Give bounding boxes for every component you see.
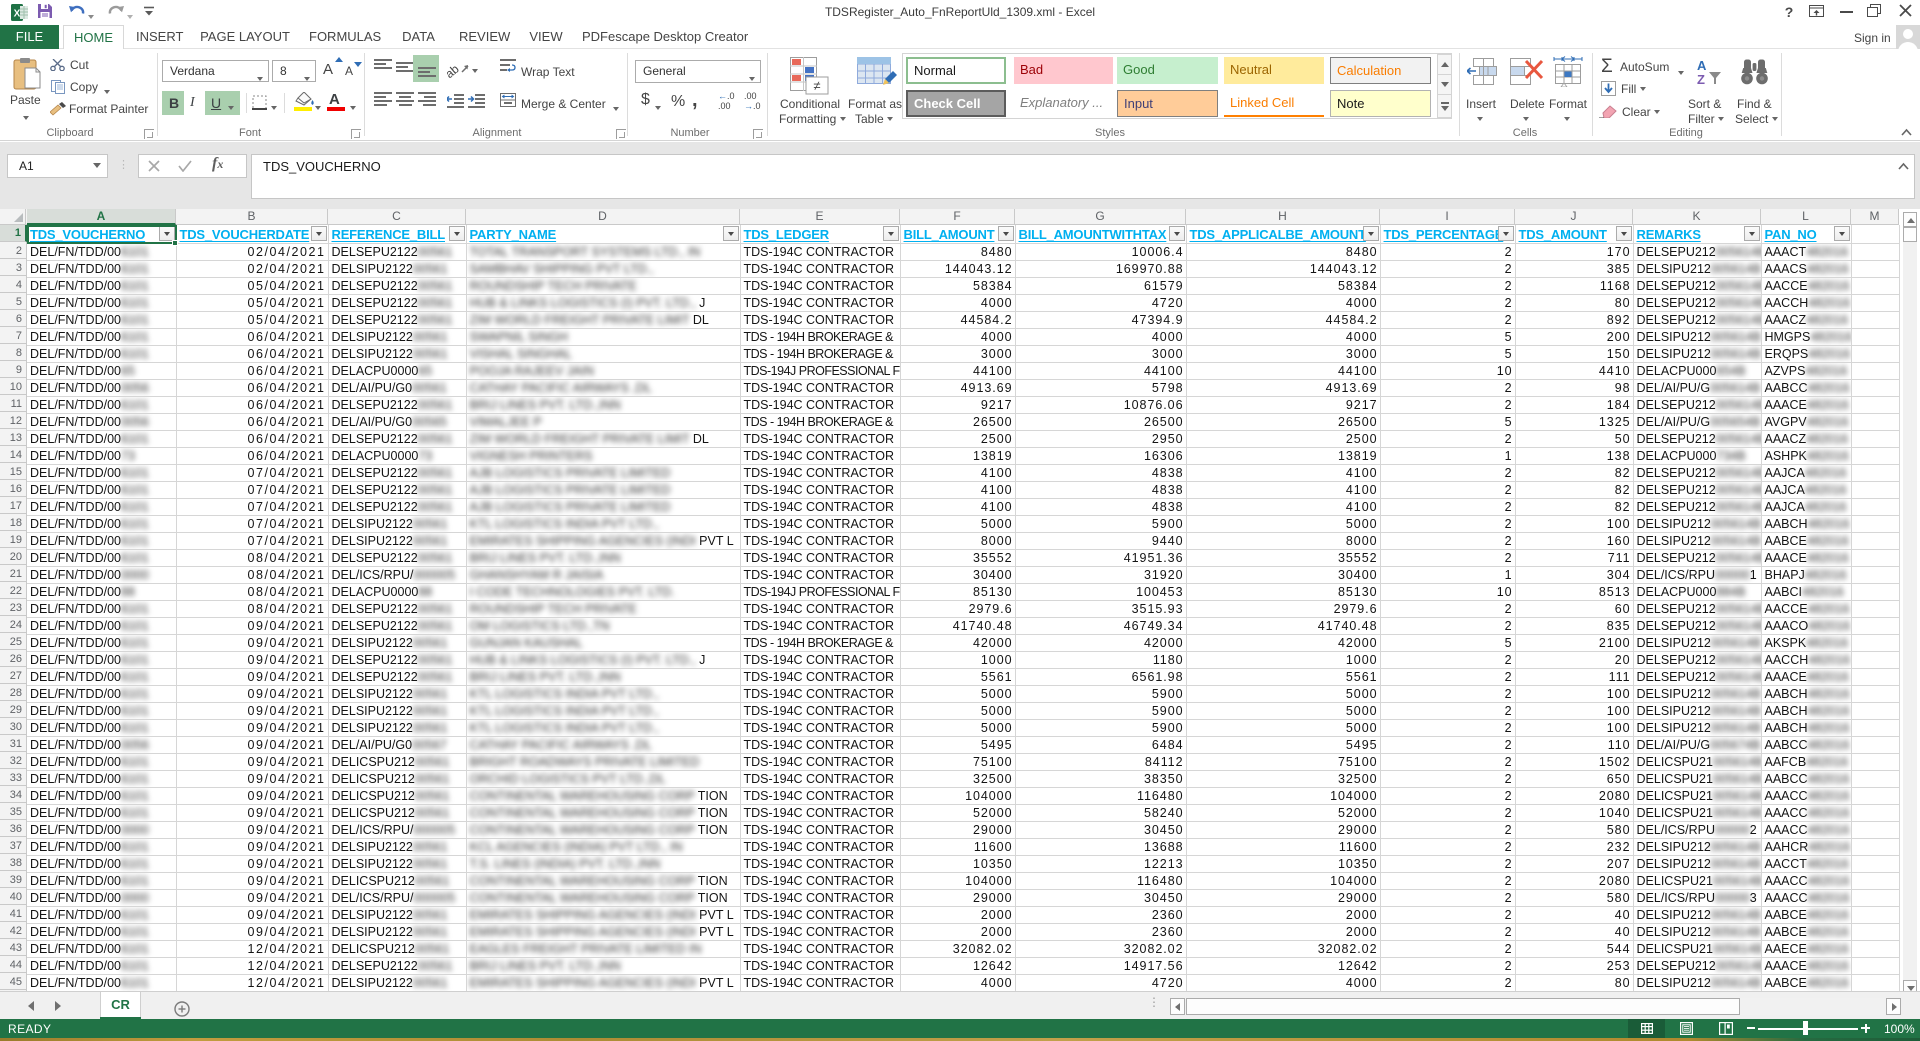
svg-text:Z: Z [1697,72,1705,86]
svg-text:≠: ≠ [813,78,820,93]
svg-text:ab: ab [447,62,462,79]
svg-text:A: A [1697,58,1707,73]
